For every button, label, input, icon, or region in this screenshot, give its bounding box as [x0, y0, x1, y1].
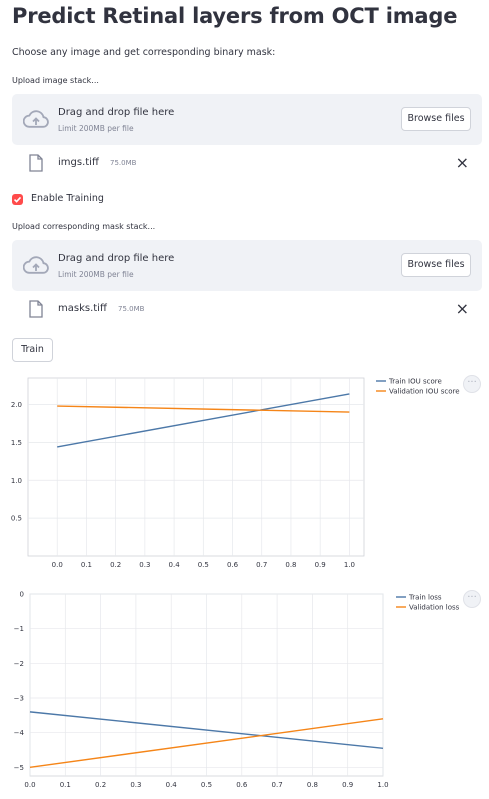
page-title: Predict Retinal layers from OCT image: [12, 4, 458, 28]
x-tick-label: 0.5: [201, 781, 212, 789]
x-tick-label: 0.9: [315, 561, 326, 569]
y-tick-label: 2.0: [11, 401, 22, 409]
mask-upload-label: Upload corresponding mask stack...: [12, 222, 156, 231]
x-tick-label: 0.5: [198, 561, 209, 569]
loss-chart: 0.0 0.1 0.2 0.3 0.4 0.5 0.6 0.7 0.8 0.9 1.0 0 −1 −2 −3…: [14, 591, 460, 790]
uploaded-file-row: imgs.tiff 75.0MB ×: [12, 152, 482, 176]
mask-dropzone[interactable]: Drag and drop file here Limit 200MB per …: [12, 240, 482, 291]
file-size: 75.0MB: [110, 159, 137, 167]
image-upload-label: Upload image stack...: [12, 76, 99, 85]
x-tick-label: 0.6: [227, 561, 239, 569]
x-tick-label: 0.4: [169, 561, 181, 569]
y-tick-label: −1: [14, 625, 24, 633]
x-tick-label: 0.8: [307, 781, 318, 789]
more-horizontal-icon[interactable]: ···: [463, 375, 481, 393]
more-horizontal-icon[interactable]: ···: [463, 590, 481, 608]
x-tick-label: 0.0: [52, 561, 63, 569]
x-tick-label: 0.3: [139, 561, 150, 569]
x-tick-label: 0.6: [236, 781, 248, 789]
file-icon: [29, 300, 43, 318]
x-tick-label: 0.0: [24, 781, 35, 789]
check-icon[interactable]: [12, 194, 23, 205]
x-tick-label: 0.1: [81, 561, 92, 569]
x-tick-label: 0.1: [60, 781, 71, 789]
x-tick-label: 0.7: [272, 781, 283, 789]
file-icon: [29, 154, 43, 172]
x-tick-label: 0.3: [130, 781, 141, 789]
x-tick-label: 0.2: [110, 561, 121, 569]
file-name: masks.tiff: [58, 303, 107, 314]
dropzone-limit: Limit 200MB per file: [58, 124, 134, 133]
image-dropzone[interactable]: Drag and drop file here Limit 200MB per …: [12, 94, 482, 145]
uploaded-file-row: masks.tiff 75.0MB ×: [12, 298, 482, 322]
x-tick-label: 0.2: [95, 781, 106, 789]
dropzone-instruction: Drag and drop file here: [58, 107, 175, 118]
x-tick-label: 0.7: [256, 561, 267, 569]
legend-label: Train IOU score: [388, 378, 442, 386]
x-tick-label: 0.8: [285, 561, 296, 569]
y-tick-label: 1.5: [11, 439, 22, 447]
y-tick-label: −3: [14, 695, 24, 703]
browse-files-button[interactable]: Browse files: [401, 253, 471, 277]
cloud-upload-icon: [23, 256, 49, 274]
y-tick-label: −2: [14, 660, 24, 668]
file-name: imgs.tiff: [58, 157, 99, 168]
y-tick-label: −4: [14, 729, 25, 737]
legend-label: Validation IOU score: [389, 388, 460, 396]
cloud-upload-icon: [23, 110, 49, 128]
dropzone-instruction: Drag and drop file here: [58, 253, 175, 264]
x-tick-label: 1.0: [377, 781, 388, 789]
close-icon[interactable]: ×: [456, 153, 469, 173]
dropzone-limit: Limit 200MB per file: [58, 270, 134, 279]
close-icon[interactable]: ×: [456, 299, 469, 319]
y-tick-label: 0: [20, 591, 24, 599]
file-size: 75.0MB: [118, 305, 145, 313]
browse-files-button[interactable]: Browse files: [401, 107, 471, 131]
legend-label: Validation loss: [409, 604, 460, 612]
page-subtitle: Choose any image and get corresponding b…: [12, 47, 276, 58]
x-tick-label: 1.0: [344, 561, 355, 569]
iou-score-chart: 0.0 0.1 0.2 0.3 0.4 0.5 0.6 0.7 0.8 0.9 1.0 0.5 1.0 1…: [11, 378, 460, 570]
train-button[interactable]: Train: [12, 338, 53, 362]
legend-label: Train loss: [408, 594, 442, 602]
x-tick-label: 0.9: [342, 781, 353, 789]
enable-training-label: Enable Training: [31, 193, 104, 204]
y-tick-label: 1.0: [11, 477, 22, 485]
y-tick-label: 0.5: [11, 515, 22, 523]
x-tick-label: 0.4: [166, 781, 178, 789]
y-tick-label: −5: [14, 764, 24, 772]
